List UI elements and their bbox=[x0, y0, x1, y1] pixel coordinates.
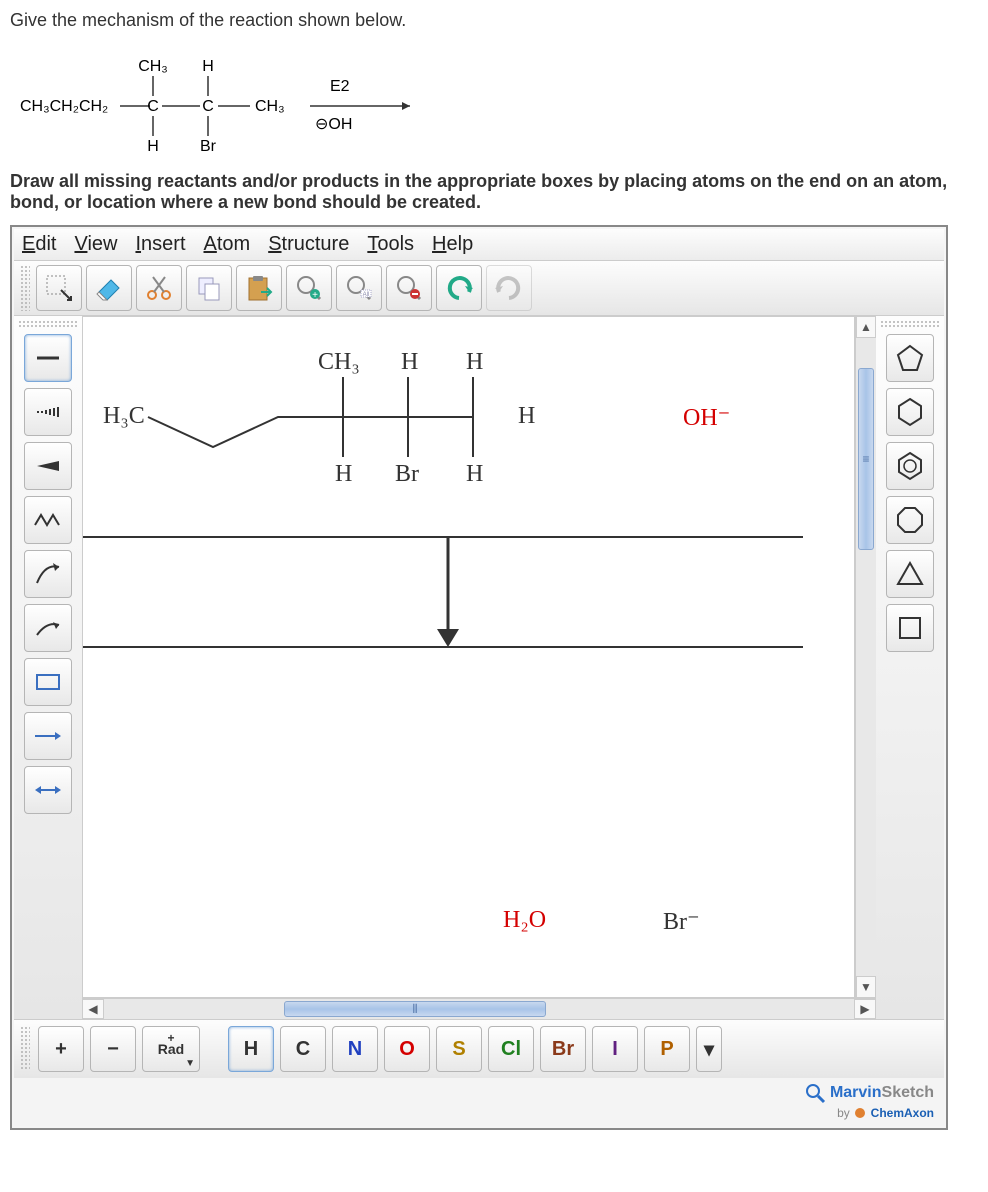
canvas-h2o: H₂O bbox=[503, 907, 546, 934]
menu-view[interactable]: View bbox=[74, 233, 117, 256]
brand-by: by bbox=[837, 1106, 850, 1120]
chain-tool[interactable] bbox=[24, 496, 72, 544]
menu-edit[interactable]: Edit bbox=[22, 233, 56, 256]
atom-Br-button[interactable]: Br bbox=[540, 1026, 586, 1072]
scroll-v-thumb[interactable] bbox=[858, 368, 874, 550]
scroll-up-arrow[interactable]: ▲ bbox=[856, 316, 876, 338]
toolbar-grip bbox=[20, 265, 30, 311]
redo-tool[interactable] bbox=[486, 265, 532, 311]
scroll-right-arrow[interactable]: ▶ bbox=[854, 999, 876, 1019]
single-arrow-tool[interactable] bbox=[24, 712, 72, 760]
chemaxon-icon bbox=[854, 1107, 866, 1119]
atom-more-button[interactable]: ▾ bbox=[696, 1026, 722, 1072]
curved-arrow-tool-2[interactable] bbox=[24, 604, 72, 652]
branding: MarvinSketch by ChemAxon bbox=[14, 1078, 944, 1126]
atom-S-button[interactable]: S bbox=[436, 1026, 482, 1072]
atom-Cl-button[interactable]: Cl bbox=[488, 1026, 534, 1072]
menu-tools[interactable]: Tools bbox=[367, 233, 414, 256]
wedge-hash-tool[interactable] bbox=[24, 388, 72, 436]
canvas-oh-minus: OH⁻ bbox=[683, 403, 730, 432]
rectangle-tool[interactable] bbox=[24, 658, 72, 706]
atom-I-button[interactable]: I bbox=[592, 1026, 638, 1072]
canvas-h-bot1: H bbox=[335, 461, 352, 488]
atom-toolbar: + − + Rad ▼ H C N O S Cl Br I P ▾ bbox=[14, 1019, 944, 1078]
atom-H-button[interactable]: H bbox=[228, 1026, 274, 1072]
canvas-br: Br bbox=[395, 461, 419, 488]
c1-label: C bbox=[147, 98, 159, 115]
zoom-all-tool[interactable]: All bbox=[336, 265, 382, 311]
scroll-h-track[interactable] bbox=[104, 999, 854, 1019]
triangle-tool[interactable] bbox=[886, 550, 934, 598]
double-arrow-tool[interactable] bbox=[24, 766, 72, 814]
instruction-text: Draw all missing reactants and/or produc… bbox=[10, 171, 978, 213]
side-grip bbox=[18, 320, 78, 328]
svg-text:All: All bbox=[363, 292, 370, 298]
benzene-tool[interactable] bbox=[886, 442, 934, 490]
right-toolbar bbox=[876, 316, 944, 1019]
cyclooctane-tool[interactable] bbox=[886, 496, 934, 544]
marvin-editor: Edit View Insert Atom Structure Tools He… bbox=[10, 225, 948, 1130]
menu-insert[interactable]: Insert bbox=[135, 233, 185, 256]
charge-minus-button[interactable]: − bbox=[90, 1026, 136, 1072]
paste-tool[interactable] bbox=[236, 265, 282, 311]
canvas-h-right: H bbox=[518, 403, 535, 430]
brand-marvin: Marvin bbox=[830, 1084, 882, 1101]
magnifier-icon bbox=[804, 1082, 826, 1104]
atom-C-button[interactable]: C bbox=[280, 1026, 326, 1072]
undo-tool[interactable] bbox=[436, 265, 482, 311]
c2-bot: Br bbox=[200, 138, 217, 155]
canvas-br-minus: Br⁻ bbox=[663, 907, 700, 936]
bottom-grip bbox=[20, 1026, 30, 1070]
menu-structure[interactable]: Structure bbox=[268, 233, 349, 256]
brand-chemaxon: ChemAxon bbox=[871, 1106, 934, 1120]
zoom-out-tool[interactable] bbox=[386, 265, 432, 311]
vertical-scrollbar[interactable]: ▲ ▼ bbox=[855, 316, 876, 998]
left-toolbar bbox=[14, 316, 82, 1019]
charge-plus-button[interactable]: + bbox=[38, 1026, 84, 1072]
menu-help[interactable]: Help bbox=[432, 233, 473, 256]
svg-text:+: + bbox=[312, 290, 318, 301]
canvas-ch3: CH₃ bbox=[318, 349, 360, 376]
arrow-bot: ⊖OH bbox=[315, 116, 352, 133]
radical-button[interactable]: + Rad ▼ bbox=[142, 1026, 200, 1072]
selection-tool[interactable] bbox=[36, 265, 82, 311]
horizontal-scrollbar[interactable]: ◀ ▶ bbox=[82, 998, 876, 1019]
menu-atom[interactable]: Atom bbox=[204, 233, 251, 256]
scroll-left-arrow[interactable]: ◀ bbox=[82, 999, 104, 1019]
canvas-h-top1: H bbox=[401, 349, 418, 376]
canvas-h3c: H₃C bbox=[103, 403, 145, 430]
menu-bar: Edit View Insert Atom Structure Tools He… bbox=[14, 229, 944, 261]
atom-N-button[interactable]: N bbox=[332, 1026, 378, 1072]
cyclopentane-tool[interactable] bbox=[886, 334, 934, 382]
scroll-down-arrow[interactable]: ▼ bbox=[856, 976, 876, 998]
copy-tool[interactable] bbox=[186, 265, 232, 311]
c1-bot: H bbox=[147, 138, 159, 155]
reaction-left-group: CH₃CH₂CH₂ bbox=[20, 98, 108, 115]
atom-O-button[interactable]: O bbox=[384, 1026, 430, 1072]
c1-top: CH₃ bbox=[138, 58, 168, 75]
c2-label: C bbox=[202, 98, 214, 115]
canvas-h-top2: H bbox=[466, 349, 483, 376]
arrow-top: E2 bbox=[330, 78, 350, 95]
cyclohexane-tool[interactable] bbox=[886, 388, 934, 436]
eraser-tool[interactable] bbox=[86, 265, 132, 311]
question-text: Give the mechanism of the reaction shown… bbox=[10, 10, 978, 31]
drawing-canvas[interactable]: H₃C CH₃ H H H H Br H OH⁻ H₂O Br⁻ bbox=[82, 316, 855, 998]
brand-sketch: Sketch bbox=[882, 1084, 934, 1101]
curved-arrow-tool-1[interactable] bbox=[24, 550, 72, 598]
square-tool[interactable] bbox=[886, 604, 934, 652]
reaction-right-group: CH₃ bbox=[255, 98, 285, 115]
atom-P-button[interactable]: P bbox=[644, 1026, 690, 1072]
single-bond-tool[interactable] bbox=[24, 334, 72, 382]
canvas-h-bot2: H bbox=[466, 461, 483, 488]
wedge-solid-tool[interactable] bbox=[24, 442, 72, 490]
c2-top: H bbox=[202, 58, 214, 75]
cut-tool[interactable] bbox=[136, 265, 182, 311]
zoom-in-tool[interactable]: + bbox=[286, 265, 332, 311]
scroll-h-thumb[interactable] bbox=[284, 1001, 546, 1017]
scroll-v-track[interactable] bbox=[856, 338, 876, 976]
toolbar-top: + All bbox=[14, 261, 944, 316]
side-grip-r bbox=[880, 320, 940, 328]
reaction-scheme: CH₃CH₂CH₂ C C CH₃ CH₃ H H Br E2 ⊖OH bbox=[10, 41, 978, 161]
